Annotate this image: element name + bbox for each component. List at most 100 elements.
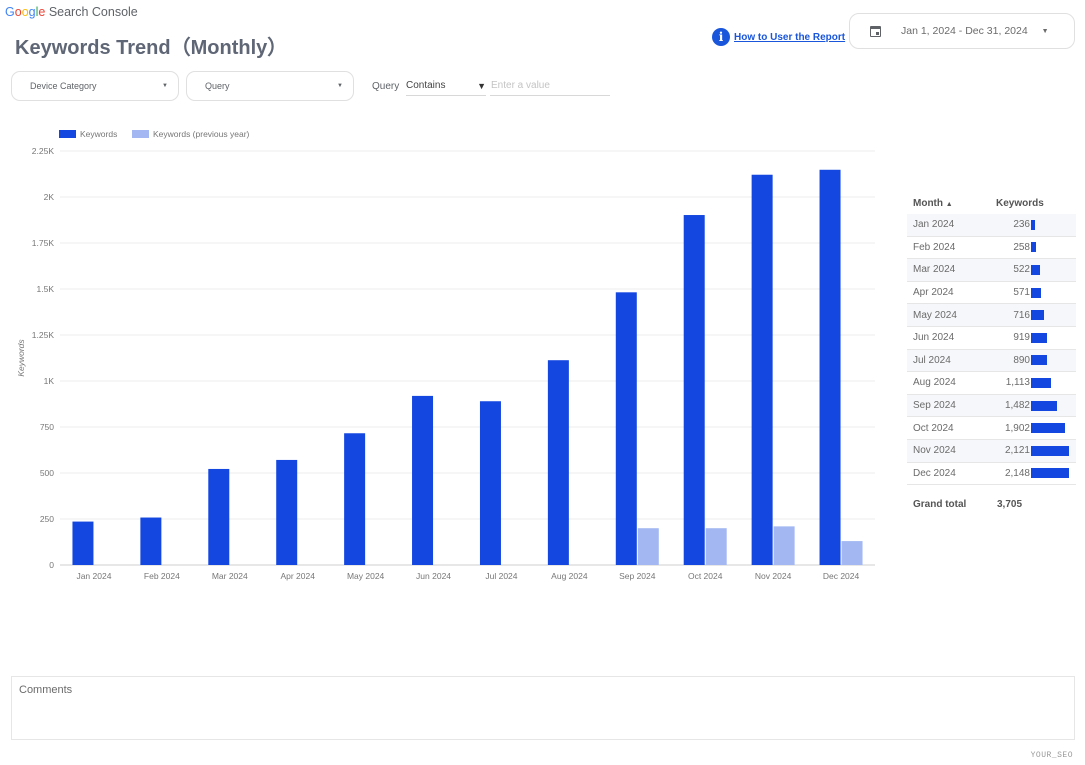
y-tick-label: 750 [40, 422, 54, 432]
legend-swatch-keywords [59, 130, 76, 138]
keywords-inline-bar [1031, 377, 1051, 388]
x-tick-label: Jan 2024 [76, 571, 111, 581]
table-row: Nov 2024 2,121 [907, 439, 1076, 463]
table-row: Mar 2024 522 [907, 259, 1076, 282]
keywords-inline-bar [1031, 310, 1044, 321]
x-tick-label: Mar 2024 [212, 571, 248, 581]
month-cell: May 2024 [913, 309, 957, 321]
y-tick-label: 1K [44, 376, 55, 386]
keywords-inline-bar [1031, 242, 1036, 253]
bar-keywords [344, 433, 366, 565]
query-dropdown[interactable]: Query ▼ [186, 71, 354, 101]
calendar-icon [870, 25, 881, 37]
bar-keywords [276, 459, 298, 565]
month-cell: Jun 2024 [913, 332, 955, 344]
month-column-header[interactable]: Month ▲ [907, 198, 979, 209]
date-range-value: Jan 1, 2024 - Dec 31, 2024 [901, 25, 1028, 37]
product-name: Search Console [48, 5, 138, 19]
help-link-group[interactable]: i How to User the Report [712, 28, 845, 46]
sort-ascending-icon: ▲ [945, 200, 953, 208]
table-row: Oct 2024 1,902 [907, 417, 1076, 440]
keywords-cell: 571 [1013, 287, 1030, 299]
legend-swatch-keywords-previous-year [132, 130, 149, 138]
chevron-down-icon: ▼ [1041, 27, 1049, 35]
keywords-cell: 2,148 [1004, 467, 1030, 479]
x-tick-label: Apr 2024 [280, 571, 315, 581]
keywords-column-header[interactable]: Keywords [979, 198, 1044, 209]
keywords-cell: 1,902 [1004, 422, 1030, 434]
bar-keywords [479, 401, 501, 565]
bar-keywords [140, 517, 162, 565]
month-cell: Mar 2024 [913, 264, 956, 276]
date-range-picker[interactable]: Jan 1, 2024 - Dec 31, 2024 ▼ [849, 13, 1075, 49]
x-tick-label: Nov 2024 [755, 571, 792, 581]
bar-keywords [683, 215, 705, 566]
table-row: Feb 2024 258 [907, 237, 1076, 260]
comments-box[interactable]: Comments [11, 676, 1075, 740]
keywords-cell: 236 [1013, 219, 1030, 231]
caret-down-icon: ▼ [477, 80, 486, 91]
comments-label: Comments [19, 684, 73, 696]
bar-keywords [208, 468, 230, 565]
month-cell: Jul 2024 [913, 354, 951, 366]
keywords-cell: 716 [1013, 309, 1030, 321]
x-tick-label: Jul 2024 [485, 571, 517, 581]
table-row: Apr 2024 571 [907, 282, 1076, 305]
y-tick-label: 1.5K [37, 284, 55, 294]
keywords-cell: 1,113 [1005, 377, 1030, 389]
y-axis-label: Keywords [16, 339, 26, 377]
keywords-inline-bar [1031, 400, 1058, 411]
google-search-console-logo: Google Search Console [5, 5, 138, 19]
bar-keywords [72, 521, 94, 565]
y-tick-label: 250 [40, 514, 54, 524]
keywords-inline-bar [1031, 445, 1069, 456]
table-header: Month ▲ Keywords [907, 192, 1076, 214]
month-cell: Oct 2024 [913, 422, 954, 434]
bar-keywords-previous-year [705, 528, 727, 565]
y-tick-label: 2K [44, 192, 55, 202]
table-row: Dec 2024 2,148 [907, 463, 1076, 486]
grand-total-value: 3,705 [997, 499, 1023, 511]
keywords-inline-bar [1031, 332, 1048, 343]
keywords-cell: 2,121 [1004, 445, 1030, 457]
x-tick-label: Sep 2024 [619, 571, 656, 581]
keywords-cell: 1,482 [1004, 400, 1030, 412]
keywords-cell: 522 [1013, 264, 1030, 276]
bar-keywords [819, 169, 841, 565]
table-row: Sep 2024 1,482 [907, 394, 1076, 418]
y-tick-label: 1.75K [32, 238, 55, 248]
x-tick-label: Feb 2024 [144, 571, 180, 581]
query-filter-label: Query [372, 81, 400, 92]
table-row: Aug 2024 1,113 [907, 372, 1076, 395]
x-tick-label: Oct 2024 [688, 571, 723, 581]
month-cell: Feb 2024 [913, 241, 956, 253]
keywords-inline-bar [1031, 423, 1065, 434]
keywords-inline-bar [1031, 264, 1041, 275]
table-row: May 2024 716 [907, 304, 1076, 327]
month-cell: Aug 2024 [913, 377, 956, 389]
how-to-use-link[interactable]: How to User the Report [734, 32, 845, 43]
bar-keywords-previous-year [637, 528, 659, 565]
device-category-dropdown[interactable]: Device Category ▼ [11, 71, 179, 101]
grand-total-label: Grand total [913, 499, 967, 511]
table-body: Jan 2024 236 Feb 2024 258 Mar 2024 522 Apr 202… [907, 214, 1076, 486]
brand-watermark: YOUR_SEO [1030, 751, 1073, 760]
query-operator-select[interactable]: Contains ▼ [406, 76, 486, 96]
x-tick-label: Aug 2024 [551, 571, 588, 581]
month-cell: Jan 2024 [913, 219, 955, 231]
x-tick-label: Dec 2024 [823, 571, 860, 581]
bar-keywords [615, 292, 637, 565]
table-row: Jan 2024 236 [907, 214, 1076, 237]
grand-total-row: Grand total 3,705 [907, 499, 1076, 510]
legend-label: Keywords (previous year) [153, 129, 250, 139]
monthly-keywords-table: Month ▲ Keywords Jan 2024 236 Feb 2024 258 M… [907, 192, 1076, 510]
chevron-down-icon: ▼ [162, 83, 168, 89]
bar-keywords [412, 395, 434, 565]
x-tick-label: Jun 2024 [416, 571, 451, 581]
month-cell: Dec 2024 [913, 467, 956, 479]
keywords-inline-bar [1031, 355, 1047, 366]
bar-keywords [547, 360, 569, 565]
info-icon: i [712, 28, 730, 46]
y-tick-label: 1.25K [32, 330, 55, 340]
query-value-input[interactable] [490, 76, 610, 96]
